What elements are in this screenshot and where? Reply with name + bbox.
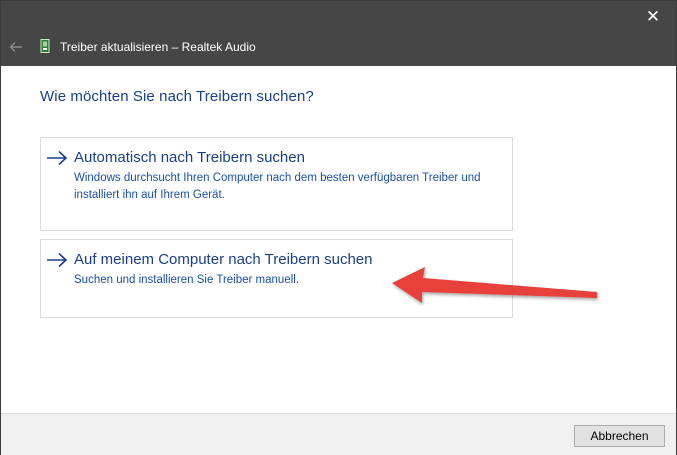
option-auto-search-description: Windows durchsucht Ihren Computer nach d…: [74, 172, 481, 201]
device-card-icon: [40, 39, 50, 53]
option-auto-search[interactable]: Automatisch nach Treibern suchen Windows…: [40, 137, 513, 231]
driver-update-dialog: ✕ Treiber aktualisieren – Realtek Audio …: [0, 0, 677, 455]
arrow-right-icon: [47, 252, 68, 268]
back-arrow-icon: [9, 42, 22, 52]
page-heading: Wie möchten Sie nach Treibern suchen?: [40, 88, 314, 105]
window-title: Treiber aktualisieren – Realtek Audio: [60, 40, 256, 54]
close-icon: ✕: [645, 7, 661, 27]
option-auto-search-title: Automatisch nach Treibern suchen: [74, 149, 305, 166]
close-button[interactable]: ✕: [630, 1, 676, 33]
arrow-right-icon: [47, 150, 68, 166]
back-button[interactable]: [5, 37, 27, 57]
cancel-button[interactable]: Abbrechen: [574, 425, 665, 447]
dialog-footer: Abbrechen: [1, 413, 676, 455]
title-bar: ✕ Treiber aktualisieren – Realtek Audio: [1, 1, 676, 66]
option-browse-computer-title: Auf meinem Computer nach Treibern suchen: [74, 251, 373, 268]
red-annotation-arrow: [392, 267, 597, 303]
